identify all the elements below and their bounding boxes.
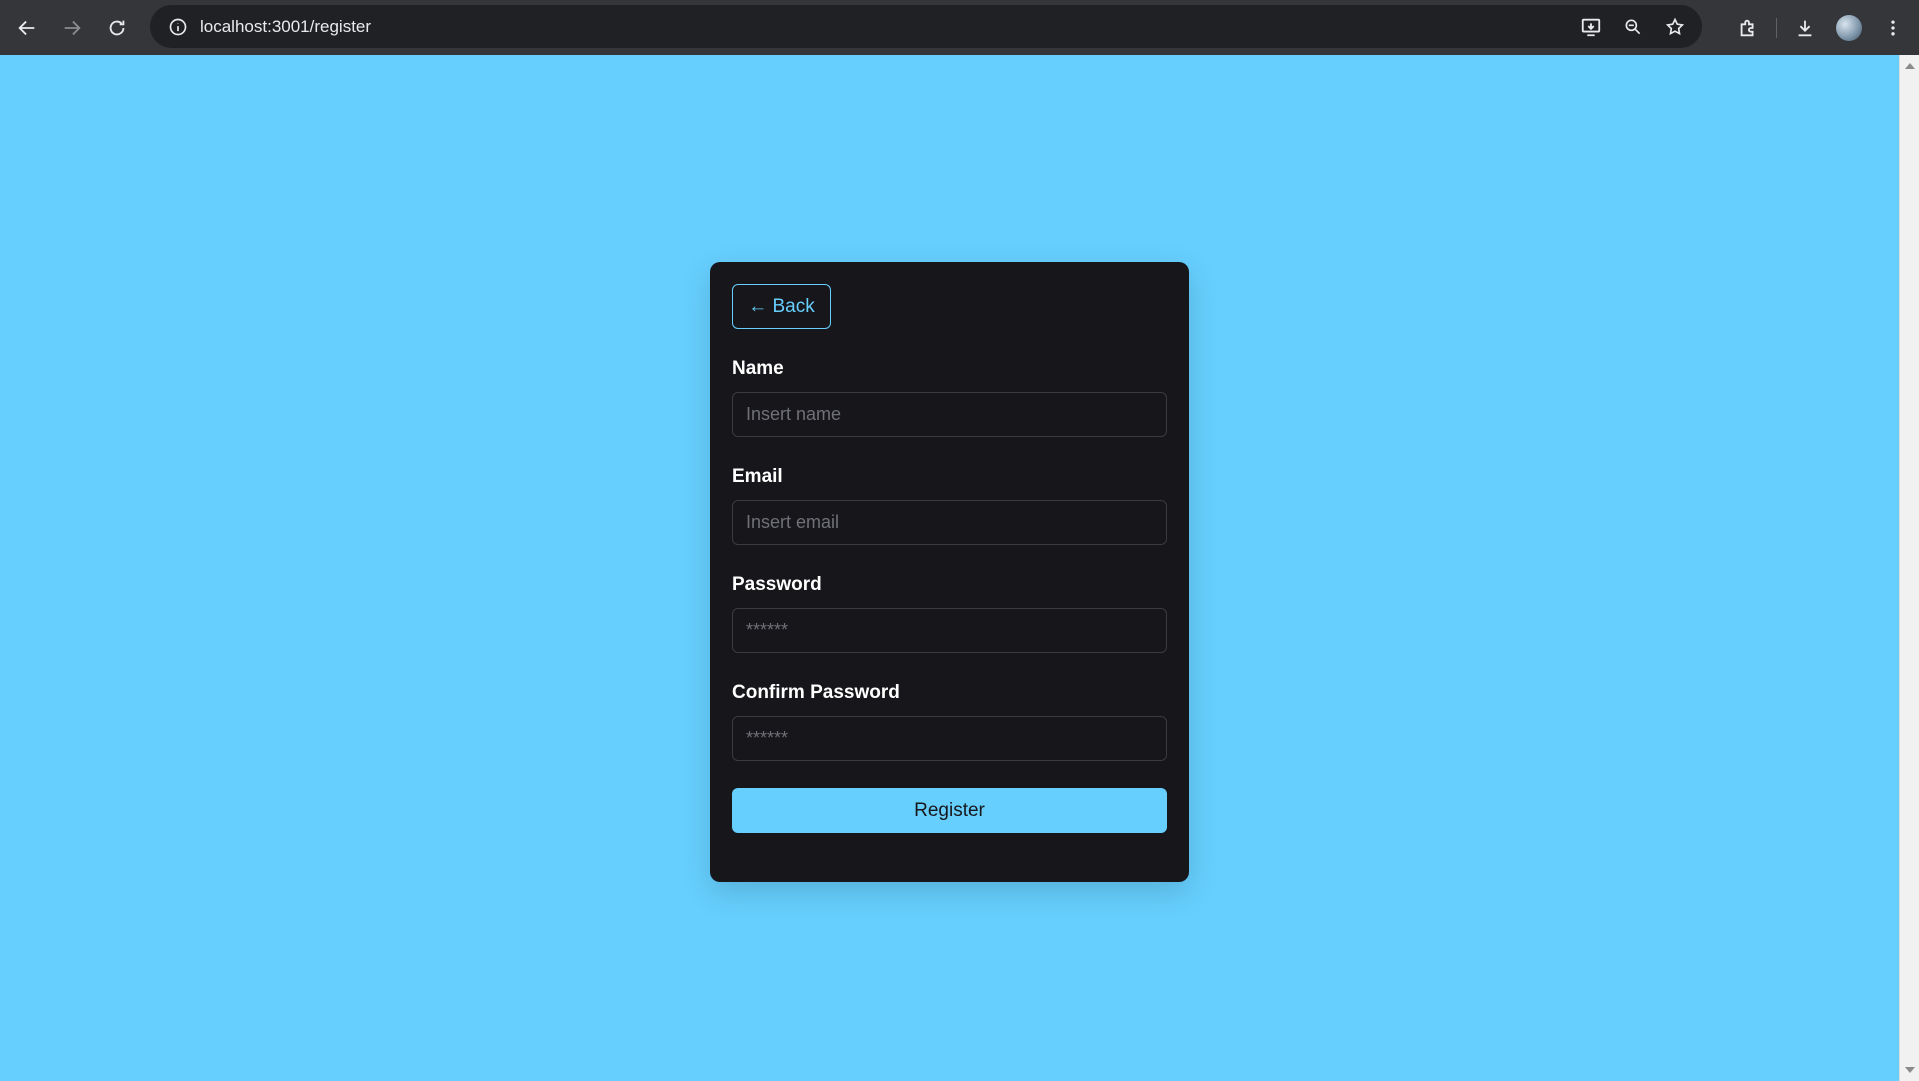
- register-button[interactable]: Register: [732, 788, 1167, 833]
- browser-toolbar: localhost:3001/register: [0, 0, 1919, 55]
- reload-icon[interactable]: [94, 5, 139, 50]
- site-info-icon[interactable]: [156, 17, 200, 37]
- back-icon[interactable]: [4, 5, 49, 50]
- toolbar-divider: [1776, 17, 1777, 38]
- address-bar[interactable]: localhost:3001/register: [150, 5, 1702, 48]
- profile-avatar[interactable]: [1827, 6, 1871, 50]
- name-label: Name: [732, 358, 784, 379]
- confirm-password-label: Confirm Password: [732, 682, 900, 703]
- password-label: Password: [732, 574, 822, 595]
- page-scrollbar[interactable]: [1899, 55, 1919, 1081]
- bookmark-star-icon[interactable]: [1658, 10, 1692, 44]
- name-input[interactable]: [732, 392, 1167, 437]
- email-input[interactable]: [732, 500, 1167, 545]
- menu-icon[interactable]: [1871, 6, 1915, 50]
- back-button[interactable]: ← Back: [732, 284, 831, 329]
- scroll-down-arrow-icon[interactable]: [1905, 1067, 1915, 1073]
- install-app-icon[interactable]: [1574, 10, 1608, 44]
- scroll-up-arrow-icon[interactable]: [1905, 63, 1915, 69]
- register-card: ← Back Name Email Password Confirm Passw…: [710, 262, 1189, 882]
- forward-icon[interactable]: [49, 5, 94, 50]
- email-label: Email: [732, 466, 783, 487]
- zoom-icon[interactable]: [1616, 10, 1650, 44]
- extensions-icon[interactable]: [1726, 6, 1770, 50]
- url-text[interactable]: localhost:3001/register: [200, 17, 371, 37]
- confirm-password-input[interactable]: [732, 716, 1167, 761]
- password-input[interactable]: [732, 608, 1167, 653]
- downloads-icon[interactable]: [1783, 6, 1827, 50]
